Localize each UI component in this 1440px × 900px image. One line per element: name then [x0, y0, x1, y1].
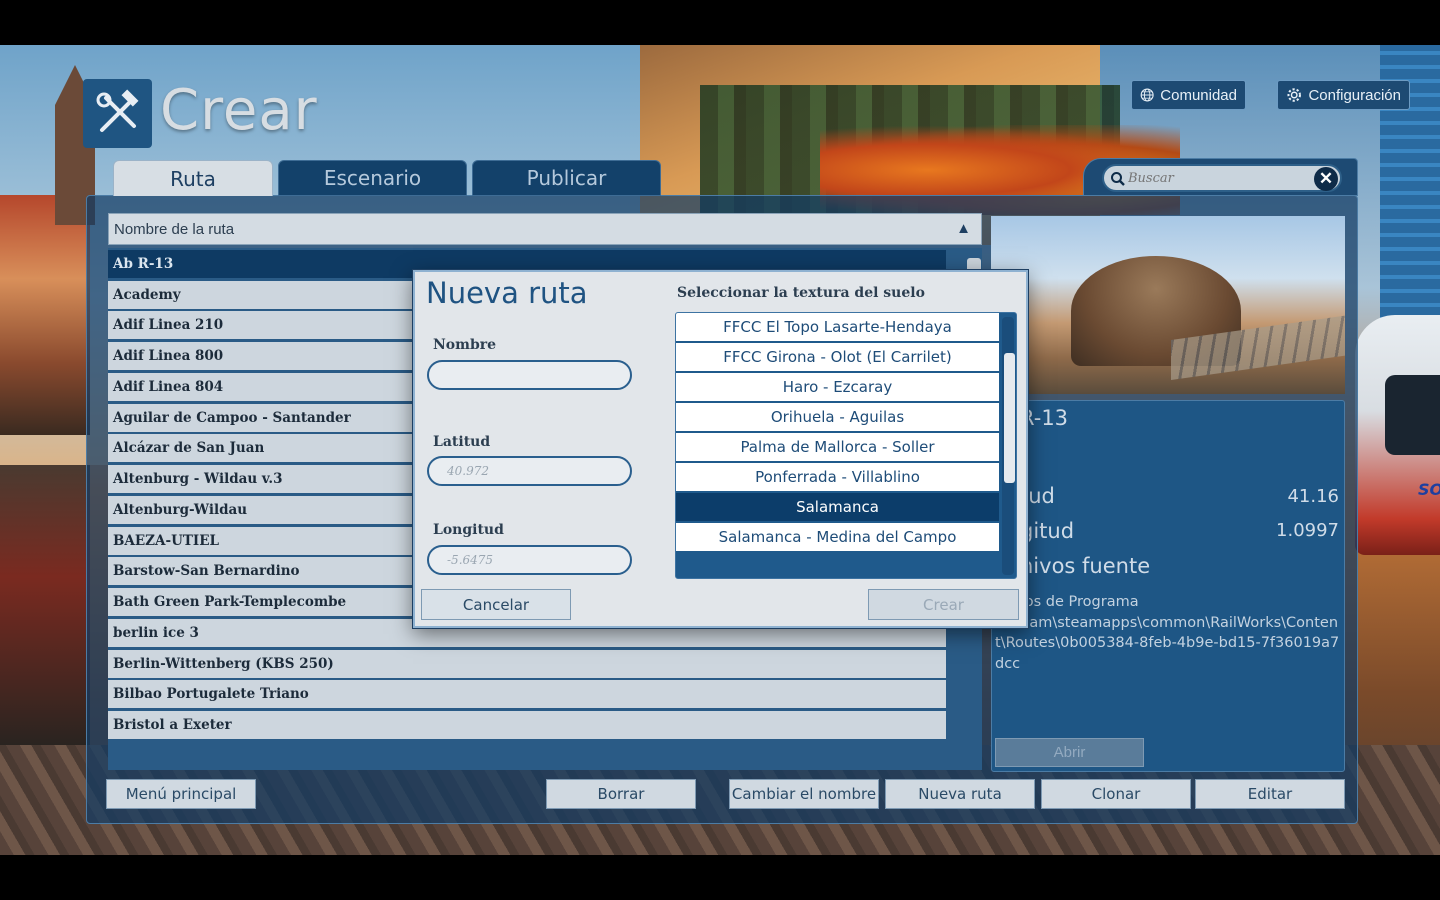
chevron-up-icon[interactable]: ▲ [956, 220, 971, 237]
search-icon [1111, 172, 1125, 186]
latitude-field[interactable] [427, 456, 632, 486]
background-train-window [1385, 375, 1440, 455]
gear-icon [1287, 88, 1301, 102]
texture-list: FFCC El Topo Lasarte-Hendaya FFCC Girona… [675, 312, 1017, 579]
dialog-title: Nueva ruta [426, 276, 588, 310]
open-button[interactable]: Abrir [995, 738, 1144, 767]
latitude-value: 41.16 [1287, 486, 1339, 507]
name-label: Nombre [433, 337, 497, 353]
texture-item-selected[interactable]: Salamanca [676, 493, 999, 521]
route-list-header[interactable]: Nombre de la ruta ▲ [108, 213, 982, 245]
list-item[interactable]: Bristol a Exeter [108, 711, 946, 739]
clear-search-icon[interactable]: ✕ [1314, 167, 1338, 191]
create-button[interactable]: Crear [868, 589, 1019, 620]
settings-button[interactable]: Configuración [1277, 80, 1410, 110]
delete-button[interactable]: Borrar [546, 779, 696, 809]
search-box: ✕ [1102, 164, 1342, 192]
community-button[interactable]: Comunidad [1131, 80, 1246, 110]
tools-icon [96, 89, 138, 132]
background-train-logo: SOU [1418, 480, 1440, 499]
rename-button[interactable]: Cambiar el nombre [729, 779, 879, 809]
longitude-value: 1.0997 [1276, 520, 1339, 541]
globe-icon [1140, 88, 1154, 102]
texture-item[interactable]: Palma de Mallorca - Soller [676, 433, 999, 461]
texture-item[interactable]: FFCC El Topo Lasarte-Hendaya [676, 313, 999, 341]
route-list-header-label: Nombre de la ruta [114, 220, 235, 238]
cancel-button[interactable]: Cancelar [421, 589, 571, 620]
app-logo [83, 79, 152, 148]
list-item[interactable]: Bilbao Portugalete Triano [108, 680, 946, 708]
texture-scrollbar-thumb[interactable] [1004, 353, 1015, 483]
route-preview-image [991, 216, 1345, 394]
settings-label: Configuración [1308, 86, 1401, 104]
texture-item[interactable]: Haro - Ezcaray [676, 373, 999, 401]
name-field[interactable] [427, 360, 632, 390]
tab-scenario[interactable]: Escenario [278, 160, 467, 196]
latitude-field-label: Latitud [433, 434, 491, 450]
tab-publish[interactable]: Publicar [472, 160, 661, 196]
community-label: Comunidad [1160, 86, 1237, 104]
background-houses [0, 195, 90, 435]
longitude-field-label: Longitud [433, 522, 504, 538]
new-route-button[interactable]: Nueva ruta [885, 779, 1035, 809]
longitude-label: gitud [1020, 519, 1075, 543]
clone-button[interactable]: Clonar [1041, 779, 1191, 809]
route-details-panel [991, 400, 1345, 772]
background-rocks [0, 465, 90, 745]
longitude-field[interactable] [427, 545, 632, 575]
texture-item[interactable]: FFCC Girona - Olot (El Carrilet) [676, 343, 999, 371]
source-files-label: hivos fuente [1020, 554, 1151, 578]
search-input[interactable] [1128, 168, 1308, 188]
main-menu-button[interactable]: Menú principal [106, 779, 256, 809]
texture-label: Seleccionar la textura del suelo [677, 285, 925, 301]
texture-item[interactable]: Salamanca - Medina del Campo [676, 523, 999, 551]
texture-item[interactable]: Ponferrada - Villablino [676, 463, 999, 491]
route-path: chivos de Programa )\Steam\steamapps\com… [995, 594, 1340, 672]
edit-button[interactable]: Editar [1195, 779, 1345, 809]
list-item[interactable]: Berlin-Wittenberg (KBS 250) [108, 650, 946, 678]
tab-route[interactable]: Ruta [113, 160, 273, 196]
texture-item[interactable]: Orihuela - Aguilas [676, 403, 999, 431]
app-title: Crear [160, 78, 318, 143]
